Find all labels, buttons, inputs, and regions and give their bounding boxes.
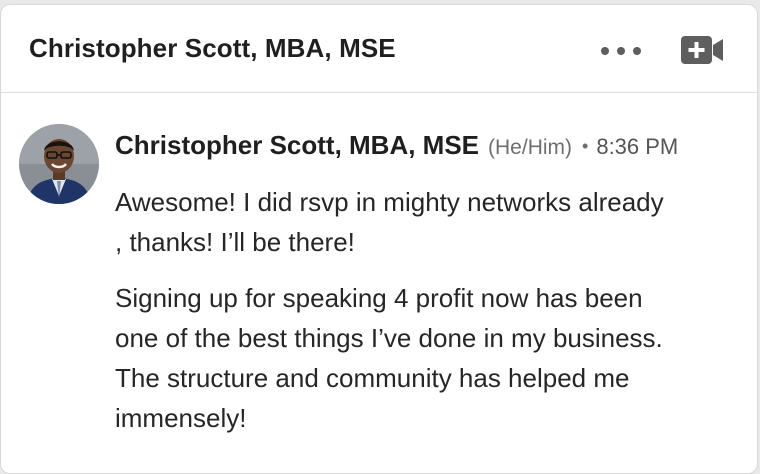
message-body: Awesome! I did rsvp in mighty networks a…: [115, 182, 675, 454]
message-header: Christopher Scott, MBA, MSE (He/Him) • 8…: [115, 130, 678, 161]
sender-pronouns: (He/Him): [488, 136, 573, 159]
sender-name[interactable]: Christopher Scott, MBA, MSE: [115, 130, 479, 161]
message-paragraph: Signing up for speaking 4 profit now has…: [115, 283, 663, 433]
video-call-button[interactable]: [677, 33, 725, 67]
conversation-header: Christopher Scott, MBA, MSE: [1, 5, 757, 93]
more-horizontal-icon: [601, 47, 641, 55]
separator-dot: •: [582, 136, 589, 156]
video-call-icon: [681, 36, 723, 64]
message-paragraph: Awesome! I did rsvp in mighty networks a…: [115, 187, 664, 257]
more-options-button[interactable]: [595, 35, 647, 63]
conversation-title: Christopher Scott, MBA, MSE: [29, 33, 396, 63]
conversation-panel: Christopher Scott, MBA, MSE Christopher …: [0, 4, 758, 474]
message-timestamp: 8:36 PM: [596, 134, 679, 159]
avatar[interactable]: [19, 124, 99, 204]
